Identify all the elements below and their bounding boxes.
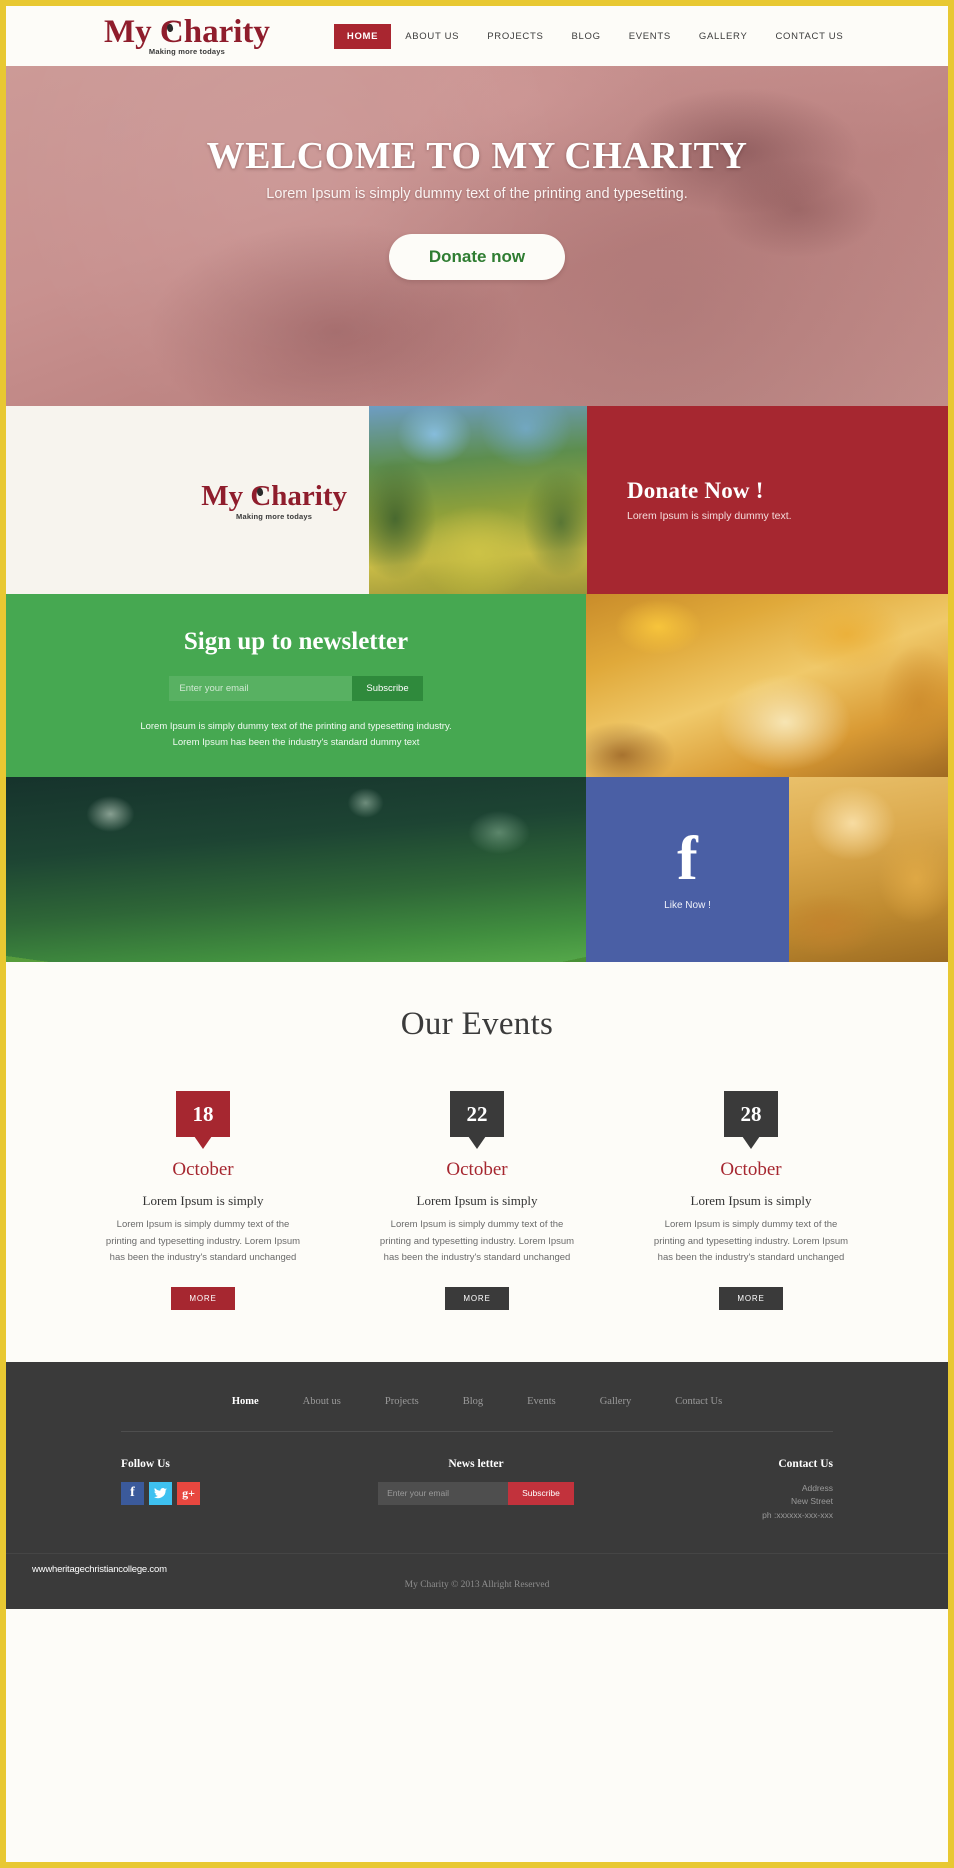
event-month: October <box>446 1159 508 1180</box>
hero-banner: WELCOME TO MY CHARITY Lorem Ipsum is sim… <box>6 66 948 406</box>
donate-panel[interactable]: Donate Now ! Lorem Ipsum is simply dummy… <box>587 406 948 594</box>
nav-item-events[interactable]: EVENTS <box>615 25 685 48</box>
event-card: 28 October Lorem Ipsum is simply Lorem I… <box>646 1091 856 1310</box>
newsletter-panel: Sign up to newsletter Subscribe Lorem Ip… <box>6 594 586 777</box>
hero-title: WELCOME TO MY CHARITY <box>206 135 748 177</box>
footer-divider <box>121 1430 833 1432</box>
follow-us-heading: Follow Us <box>121 1457 170 1470</box>
footer-contact-column: Contact Us Address New Street ph :xxxxxx… <box>601 1458 833 1523</box>
event-more-button[interactable]: MORE <box>445 1286 509 1310</box>
donate-panel-title: Donate Now ! <box>627 478 764 503</box>
brand-panel-text-charity: Charity <box>250 479 347 512</box>
event-title: Lorem Ipsum is simply <box>416 1193 538 1208</box>
event-month: October <box>720 1159 782 1180</box>
brand-panel: My Charity Making more todays <box>6 406 369 594</box>
event-body: Lorem Ipsum is simply dummy text of the … <box>105 1219 301 1264</box>
hero-subtitle: Lorem Ipsum is simply dummy text of the … <box>266 186 688 202</box>
newsletter-email-input[interactable] <box>169 676 353 701</box>
site-logo[interactable]: My Charity Making more todays <box>104 16 270 56</box>
footer-columns: Follow Us f g+ News letter Subscribe Con… <box>121 1458 833 1523</box>
events-grid: 18 October Lorem Ipsum is simply Lorem I… <box>6 1091 948 1310</box>
contact-address-line-1: Address <box>801 1482 833 1493</box>
nav-item-blog[interactable]: BLOG <box>558 25 615 48</box>
event-date-badge: 18 <box>176 1091 230 1137</box>
event-title: Lorem Ipsum is simply <box>142 1193 264 1208</box>
events-section: Our Events 18 October Lorem Ipsum is sim… <box>6 962 948 1362</box>
footer-bottom-bar: wwwheritagechristiancollege.com My Chari… <box>6 1552 948 1609</box>
logo-c-wrap: Charity <box>160 16 270 49</box>
contact-address-line-2: New Street <box>790 1496 833 1507</box>
footer-nav-blog[interactable]: Blog <box>463 1396 483 1407</box>
grass-photo <box>6 777 586 962</box>
footer-newsletter-column: News letter Subscribe <box>351 1458 601 1505</box>
facebook-icon[interactable]: f <box>121 1481 144 1505</box>
tree-photo <box>369 406 587 594</box>
contact-phone: ph :xxxxxx-xxx-xxx <box>762 1510 833 1521</box>
logo-text-my: My <box>104 14 160 51</box>
event-title: Lorem Ipsum is simply <box>690 1193 812 1208</box>
leaves-photo <box>789 777 948 962</box>
footer-nav-about-us[interactable]: About us <box>303 1396 341 1407</box>
facebook-icon: f <box>677 825 698 893</box>
nav-item-gallery[interactable]: GALLERY <box>685 25 762 48</box>
footer-newsletter-form: Subscribe <box>378 1481 574 1505</box>
watermark-text: wwwheritagechristiancollege.com <box>32 1563 167 1575</box>
brand-donate-band: My Charity Making more todays Donate Now… <box>6 406 948 594</box>
newsletter-title: Sign up to newsletter <box>183 628 409 655</box>
newsletter-form: Subscribe <box>169 676 423 701</box>
newsletter-band: Sign up to newsletter Subscribe Lorem Ip… <box>6 594 948 777</box>
brand-panel-wordmark: My Charity <box>201 480 347 513</box>
footer-nav-home[interactable]: Home <box>232 1396 259 1407</box>
footer-email-input[interactable] <box>378 1481 509 1505</box>
event-date-badge: 22 <box>450 1091 504 1137</box>
site-footer: Home About us Projects Blog Events Galle… <box>6 1361 948 1609</box>
facebook-like-panel[interactable]: f Like Now ! <box>586 777 789 962</box>
footer-nav-contact-us[interactable]: Contact Us <box>675 1396 722 1407</box>
page-root: My Charity Making more todays HOME ABOUT… <box>6 6 948 1862</box>
twitter-icon[interactable] <box>149 1481 172 1505</box>
autumn-leaves-photo <box>586 594 948 777</box>
site-header: My Charity Making more todays HOME ABOUT… <box>6 6 948 66</box>
event-card: 22 October Lorem Ipsum is simply Lorem I… <box>372 1091 582 1310</box>
event-more-button[interactable]: MORE <box>719 1286 783 1310</box>
social-links: f g+ <box>121 1481 351 1505</box>
contact-us-heading: Contact Us <box>778 1457 833 1470</box>
nav-item-home[interactable]: HOME <box>333 23 392 49</box>
nav-item-contact-us[interactable]: CONTACT US <box>761 25 857 48</box>
newsletter-subscribe-button[interactable]: Subscribe <box>352 676 423 701</box>
footer-nav-projects[interactable]: Projects <box>385 1396 419 1407</box>
event-card: 18 October Lorem Ipsum is simply Lorem I… <box>98 1091 308 1310</box>
nav-item-about-us[interactable]: ABOUT US <box>391 25 473 48</box>
event-month: October <box>172 1159 234 1180</box>
footer-follow-column: Follow Us f g+ <box>121 1458 351 1505</box>
copyright-text: My Charity © 2013 Allright Reserved <box>404 1579 550 1590</box>
event-date-badge: 28 <box>724 1091 778 1137</box>
facebook-like-label: Like Now ! <box>664 900 711 911</box>
nav-item-projects[interactable]: PROJECTS <box>473 25 557 48</box>
event-body: Lorem Ipsum is simply dummy text of the … <box>653 1219 849 1264</box>
event-more-button[interactable]: MORE <box>171 1286 235 1310</box>
social-band: f Like Now ! <box>6 777 948 962</box>
logo-text-charity: Charity <box>159 14 270 51</box>
logo-wordmark: My Charity <box>104 16 270 49</box>
donate-panel-subtitle: Lorem Ipsum is simply dummy text. <box>627 510 792 522</box>
brand-panel-c-wrap: Charity <box>250 480 347 513</box>
hero-content: WELCOME TO MY CHARITY Lorem Ipsum is sim… <box>6 66 948 280</box>
footer-navigation: Home About us Projects Blog Events Galle… <box>6 1396 948 1431</box>
news-letter-heading: News letter <box>448 1457 504 1470</box>
donate-now-button[interactable]: Donate now <box>388 234 566 280</box>
brand-panel-tagline: Making more todays <box>236 511 313 521</box>
google-plus-icon[interactable]: g+ <box>177 1481 200 1505</box>
event-body: Lorem Ipsum is simply dummy text of the … <box>379 1219 575 1264</box>
brand-panel-text-my: My <box>201 479 251 512</box>
main-navigation: HOME ABOUT US PROJECTS BLOG EVENTS GALLE… <box>333 23 857 49</box>
footer-nav-gallery[interactable]: Gallery <box>600 1396 632 1407</box>
footer-nav-events[interactable]: Events <box>527 1396 556 1407</box>
events-heading: Our Events <box>400 1006 554 1042</box>
footer-subscribe-button[interactable]: Subscribe <box>508 1481 574 1505</box>
newsletter-blurb: Lorem Ipsum is simply dummy text of the … <box>140 721 452 748</box>
